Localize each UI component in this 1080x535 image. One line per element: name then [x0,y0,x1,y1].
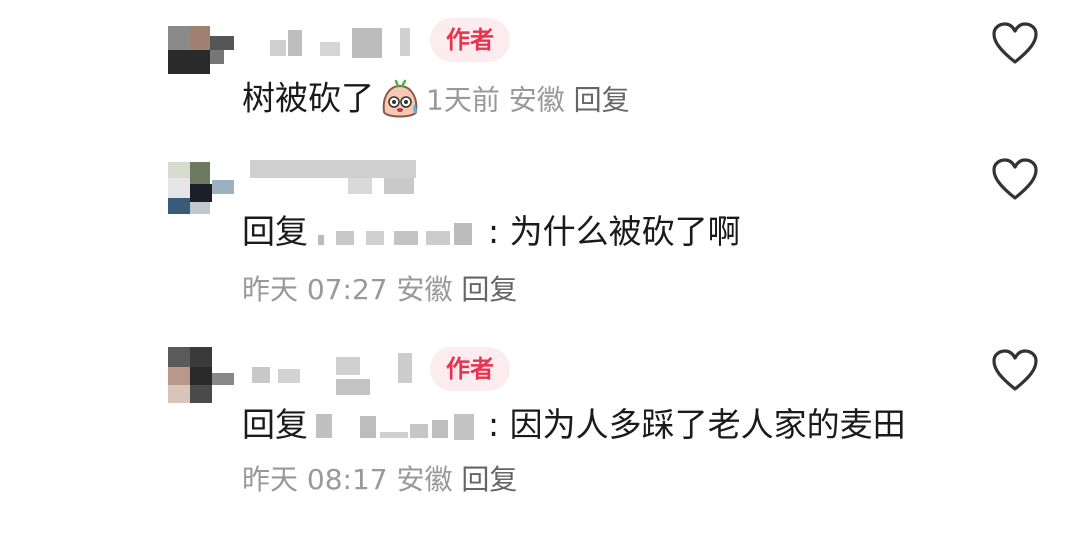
username-blurred[interactable] [248,22,418,62]
comment-time: 1天前 [426,83,500,117]
comment-body: : 因为人多踩了老人家的麦田 [488,405,906,444]
reply-button[interactable]: 回复 [461,273,517,306]
like-button[interactable] [990,156,1040,202]
avatar[interactable] [168,26,234,74]
heart-outline-icon [992,349,1038,391]
comment-list: 作者 树被砍了 1天前 安徽 回复 回复: 为什么被砍了啊 昨天 07:27 … [0,0,1080,535]
comment-location: 安徽 [396,463,453,496]
comment-location: 安徽 [508,83,565,117]
author-badge: 作者 [430,18,510,62]
reply-prefix: 回复 [242,405,308,444]
comment-item: 回复 : 为什么被砍了啊 昨天 07:27 安徽 回复 [0,140,1080,320]
heart-outline-icon [992,22,1038,64]
comment-text[interactable]: 回复 : 为什么被砍了啊 [242,212,741,252]
mentioned-user-blurred[interactable] [314,217,482,251]
comment-time: 昨天 08:17 [242,463,388,496]
comment-body: : 为什么被砍了啊 [488,212,741,251]
comment-item: 作者 回复 : 因为人多踩了老人家的麦田 昨天 08:17 安徽 回复 [0,335,1080,515]
avatar[interactable] [168,347,234,403]
reply-prefix: 回复 [242,212,308,251]
like-button[interactable] [990,347,1040,393]
comment-text[interactable]: 树被砍了 1天前 安徽 回复 [242,78,630,122]
comment-meta: 昨天 08:17 安徽 回复 [242,462,517,498]
username-blurred[interactable] [248,158,418,198]
comment-item: 作者 树被砍了 1天前 安徽 回复 [0,0,1080,130]
username-blurred[interactable] [248,351,418,395]
heart-outline-icon [992,158,1038,200]
comment-time: 昨天 07:27 [242,273,388,306]
avatar[interactable] [168,162,234,214]
author-badge: 作者 [430,347,510,391]
comment-location: 安徽 [396,273,453,306]
sweating-face-emoji-icon [378,78,422,122]
like-button[interactable] [990,20,1040,66]
reply-button[interactable]: 回复 [461,463,517,496]
comment-body: 树被砍了 [242,78,374,118]
reply-button[interactable]: 回复 [574,84,630,117]
comment-meta: 昨天 07:27 安徽 回复 [242,272,517,308]
mentioned-user-blurred[interactable] [314,410,482,444]
comment-text[interactable]: 回复 : 因为人多踩了老人家的麦田 [242,405,906,445]
